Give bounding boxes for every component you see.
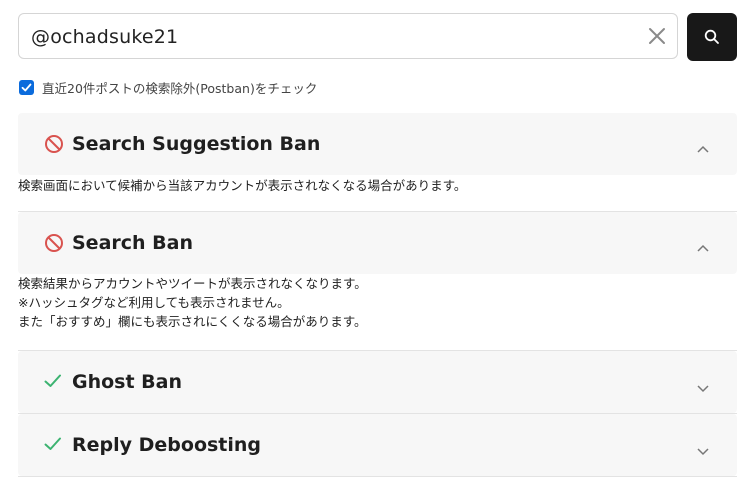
close-icon[interactable]: [645, 24, 669, 48]
chevron-up-icon: [697, 138, 709, 157]
description-line: また「おすすめ」欄にも表示されにくくなる場合があります。: [18, 314, 367, 329]
search-input-value: @ochadsuke21: [31, 26, 179, 48]
checkmark-icon: [21, 83, 32, 91]
result-title: Ghost Ban: [72, 371, 183, 393]
description-line: 検索結果からアカウントやツイートが表示されなくなります。: [18, 276, 367, 291]
search-icon: [704, 29, 719, 44]
result-reply-deboosting-header[interactable]: Reply Deboosting: [18, 414, 737, 476]
result-search-ban-header[interactable]: Search Ban: [18, 212, 737, 274]
description-line: 検索画面において候補から当該アカウントが表示されなくなる場合があります。: [18, 178, 467, 193]
chevron-up-icon: [697, 237, 709, 256]
divider: [18, 476, 737, 477]
result-description: 検索画面において候補から当該アカウントが表示されなくなる場合があります。: [18, 176, 737, 195]
result-description: 検索結果からアカウントやツイートが表示されなくなります。 ※ハッシュタグなど利用…: [18, 274, 737, 331]
search-input[interactable]: @ochadsuke21: [18, 13, 678, 59]
search-button[interactable]: [687, 13, 737, 61]
prohibited-icon: [44, 233, 64, 257]
result-search-suggestion-ban-header[interactable]: Search Suggestion Ban: [18, 113, 737, 175]
search-bar: @ochadsuke21: [18, 13, 737, 61]
check-icon: [44, 373, 62, 393]
chevron-down-icon: [697, 378, 709, 397]
result-title: Reply Deboosting: [72, 434, 262, 456]
result-ghost-ban-header[interactable]: Ghost Ban: [18, 351, 737, 413]
result-title: Search Suggestion Ban: [72, 133, 321, 155]
result-title: Search Ban: [72, 232, 193, 254]
check-icon: [44, 436, 62, 456]
postban-checkbox[interactable]: [19, 79, 34, 95]
prohibited-icon: [44, 134, 64, 158]
postban-option: 直近20件ポストの検索除外(Postban)をチェック: [19, 78, 317, 96]
chevron-down-icon: [697, 441, 709, 460]
postban-label: 直近20件ポストの検索除外(Postban)をチェック: [42, 80, 318, 96]
description-line: ※ハッシュタグなど利用しても表示されません。: [18, 295, 290, 310]
